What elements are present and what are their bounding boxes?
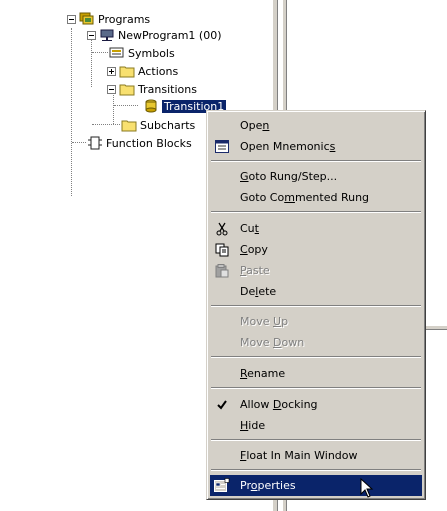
collapse-icon[interactable] — [67, 14, 76, 24]
folder-icon — [119, 64, 135, 78]
menu-item-open-mnemonics[interactable]: Open Mnemonics — [210, 136, 422, 157]
tree-connector — [71, 28, 73, 196]
tree-item-function-blocks[interactable]: Function Blocks — [87, 134, 192, 152]
menu-item-label: Open Mnemonics — [240, 140, 336, 153]
tree-connector — [92, 124, 120, 126]
mnemonics-icon — [214, 139, 230, 155]
menu-item-delete[interactable]: Delete — [210, 281, 422, 302]
menu-item-label: Goto Rung/Step... — [240, 170, 338, 183]
menu-item-hide[interactable]: Hide — [210, 415, 422, 436]
tree-item-label: NewProgram1 (00) — [118, 28, 222, 42]
menu-item-label: Hide — [240, 419, 266, 432]
menu-item-label: Delete — [240, 285, 277, 298]
tree-connector — [72, 142, 86, 144]
tree-item-label: Programs — [98, 12, 151, 26]
tree-connector — [114, 105, 138, 107]
folder-icon — [119, 82, 135, 96]
menu-item-goto-commented-rung[interactable]: Goto Commented Rung — [210, 187, 422, 208]
menu-item-properties[interactable]: Properties — [210, 475, 422, 496]
menu-item-copy[interactable]: Copy — [210, 239, 422, 260]
menu-item-label: Allow Docking — [240, 398, 318, 411]
menu-item-open[interactable]: Open — [210, 115, 422, 136]
tree-item-label: Symbols — [128, 46, 175, 60]
menu-item-label: Rename — [240, 367, 286, 380]
menu-item-move-down[interactable]: Move Down — [210, 332, 422, 353]
tree-connector — [92, 52, 108, 54]
menu-item-allow-docking[interactable]: Allow Docking — [210, 394, 422, 415]
menu-item-label: Paste — [240, 264, 270, 277]
mouse-cursor-icon — [360, 477, 374, 500]
expand-icon[interactable] — [107, 66, 116, 76]
menu-item-label: Copy — [240, 243, 268, 256]
menu-separator — [211, 356, 421, 358]
tree-item-subcharts[interactable]: Subcharts — [121, 116, 195, 134]
menu-item-label: Properties — [240, 479, 296, 492]
pane-splitter-horizontal[interactable] — [425, 325, 447, 330]
menu-separator — [211, 387, 421, 389]
menu-separator — [211, 439, 421, 441]
tree-item-newprogram1[interactable]: NewProgram1 (00) — [87, 26, 221, 44]
context-menu: Open Open Mnemonics Goto Rung/Step... Go… — [206, 110, 426, 500]
tree-item-label: Function Blocks — [106, 136, 192, 150]
menu-separator — [211, 469, 421, 471]
transition-icon — [143, 99, 159, 113]
folder-icon — [121, 118, 137, 132]
menu-item-cut[interactable]: Cut — [210, 218, 422, 239]
menu-separator — [211, 211, 421, 213]
collapse-icon[interactable] — [107, 84, 116, 94]
copy-icon — [214, 242, 230, 258]
collapse-icon[interactable] — [87, 30, 96, 40]
checkmark-icon — [214, 397, 230, 413]
menu-item-move-up[interactable]: Move Up — [210, 311, 422, 332]
menu-item-goto-rung-step[interactable]: Goto Rung/Step... — [210, 166, 422, 187]
program-icon — [99, 28, 115, 42]
paste-icon — [214, 263, 230, 279]
tree-item-label: Subcharts — [140, 118, 196, 132]
menu-item-paste[interactable]: Paste — [210, 260, 422, 281]
cut-icon — [214, 221, 230, 237]
tree-item-label: Actions — [138, 64, 179, 78]
menu-item-label: Open — [240, 119, 270, 132]
tree-item-label: Transitions — [138, 82, 197, 96]
programs-icon — [79, 12, 95, 26]
tree-item-actions[interactable]: Actions — [107, 62, 178, 80]
menu-item-label: Move Up — [240, 315, 289, 328]
function-blocks-icon — [87, 136, 103, 150]
tree-connector — [91, 40, 93, 87]
menu-item-rename[interactable]: Rename — [210, 363, 422, 384]
menu-item-label: Move Down — [240, 336, 305, 349]
tree-item-transitions[interactable]: Transitions — [107, 80, 197, 98]
menu-item-label: Float In Main Window — [240, 449, 358, 462]
menu-item-label: Cut — [240, 222, 259, 235]
menu-separator — [211, 305, 421, 307]
menu-separator — [211, 160, 421, 162]
menu-item-float-in-main-window[interactable]: Float In Main Window — [210, 445, 422, 466]
properties-icon — [214, 478, 230, 494]
symbols-icon — [109, 46, 125, 60]
menu-item-label: Goto Commented Rung — [240, 191, 370, 204]
tree-item-symbols[interactable]: Symbols — [109, 44, 175, 62]
